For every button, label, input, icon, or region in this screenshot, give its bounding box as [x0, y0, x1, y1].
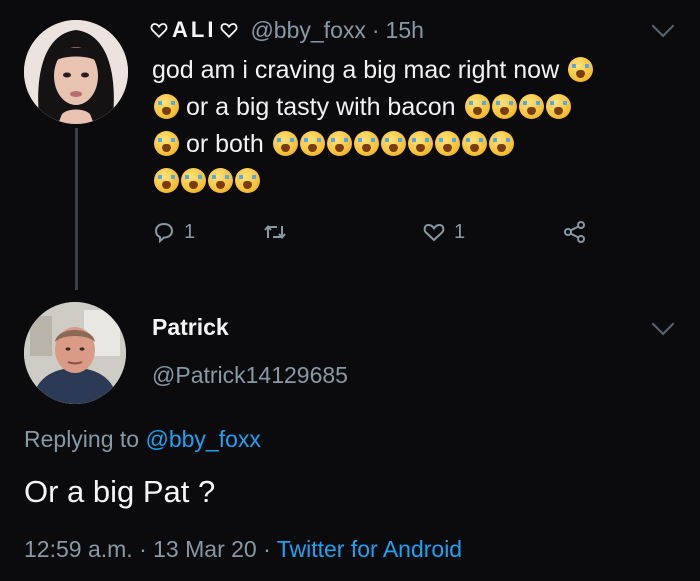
crying-face-emoji [154, 131, 179, 156]
user-handle[interactable]: @bby_foxx [250, 17, 365, 44]
avatar-patrick[interactable] [24, 302, 126, 404]
original-tweet[interactable]: ALI @bby_foxx · 15h god am i craving a b… [0, 0, 700, 290]
crying-face-emoji [434, 131, 460, 156]
tweet-time[interactable]: 15h [386, 17, 424, 44]
like-button[interactable]: 1 [422, 220, 465, 244]
like-count: 1 [454, 220, 466, 243]
reply-user-handle[interactable]: @Patrick14129685 [152, 362, 348, 389]
heart-outline-icon [221, 23, 238, 39]
reply-date[interactable]: 13 Mar 20 [153, 536, 257, 562]
display-name-text: ALI [172, 17, 217, 42]
reply-metadata: 12:59 a.m. · 13 Mar 20 · Twitter for And… [24, 536, 462, 563]
avatar-portrait [24, 20, 128, 124]
tweet-text: god am i craving a big mac right now or … [152, 52, 672, 200]
reply-time[interactable]: 12:59 a.m. [24, 536, 133, 562]
display-name[interactable]: ALI [150, 17, 238, 43]
chevron-down-icon[interactable] [651, 312, 675, 336]
crying-face-emoji [299, 131, 325, 156]
tweet-line-text: or both [185, 130, 264, 158]
heart-outline-icon [150, 23, 168, 39]
crying-face-emoji [181, 168, 206, 193]
separator-dot: · [256, 536, 277, 562]
retweet-button[interactable] [262, 220, 288, 244]
crying-face-emoji [491, 94, 517, 119]
tweet-line: or a big tasty with bacon [152, 89, 672, 126]
tweet-line-text: or a big tasty with bacon [185, 93, 456, 121]
tweet-line [152, 163, 672, 200]
reply-count: 1 [184, 220, 196, 243]
crying-face-emoji [545, 94, 571, 119]
reply-tweet[interactable]: Patrick @Patrick14129685 Replying to @bb… [0, 290, 700, 581]
retweet-icon [264, 224, 286, 240]
crying-face-emoji [518, 94, 544, 119]
tweet-actions: 1 1 [152, 220, 632, 250]
replying-to-prefix: Replying to [24, 426, 146, 452]
heart-icon [423, 223, 445, 242]
replying-to-mention[interactable]: @bby_foxx [145, 426, 260, 452]
crying-face-emoji [568, 57, 594, 82]
crying-face-emoji [407, 131, 433, 156]
replying-to: Replying to @bby_foxx [24, 426, 261, 453]
thread-connector-line [75, 128, 78, 290]
tweet-line: god am i craving a big mac right now [152, 52, 672, 89]
tweet-header: ALI @bby_foxx · 15h [150, 12, 424, 48]
share-icon [564, 221, 585, 243]
crying-face-emoji [272, 131, 298, 156]
share-button[interactable] [562, 220, 588, 244]
crying-face-emoji [464, 94, 490, 119]
crying-face-emoji [461, 131, 487, 156]
reply-client[interactable]: Twitter for Android [277, 536, 462, 562]
crying-face-emoji [154, 94, 179, 119]
reply-display-name[interactable]: Patrick [152, 314, 229, 341]
avatar-portrait [24, 302, 126, 404]
crying-face-emoji [488, 131, 514, 156]
chevron-down-icon[interactable] [651, 14, 675, 38]
crying-face-emoji [380, 131, 406, 156]
crying-face-emoji [154, 168, 179, 193]
tweet-line-text: god am i craving a big mac right now [152, 56, 560, 84]
crying-face-emoji [208, 168, 233, 193]
reply-icon [154, 222, 174, 244]
avatar-bby-foxx[interactable] [24, 20, 128, 124]
crying-face-emoji [326, 131, 352, 156]
separator-dot: · [371, 16, 380, 43]
reply-text: Or a big Pat ? [24, 474, 216, 509]
separator-dot: · [132, 536, 154, 562]
crying-face-emoji [353, 131, 379, 156]
reply-button[interactable]: 1 [152, 220, 195, 244]
tweet-line: or both [152, 126, 672, 163]
crying-face-emoji [235, 168, 260, 193]
